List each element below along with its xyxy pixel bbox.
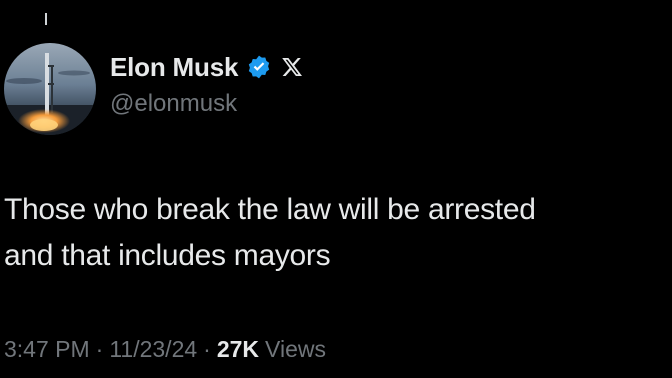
x-logo-icon [280, 55, 304, 79]
views-count[interactable]: 27K [217, 336, 259, 363]
verified-badge-icon [246, 54, 272, 80]
meta-separator: · [203, 336, 211, 362]
name-row: Elon Musk [110, 48, 510, 86]
views-label: Views [265, 336, 326, 362]
starship-launch-avatar [4, 43, 96, 135]
tweet-meta: 3:47 PM · 11/23/24 · 27K Views [4, 336, 326, 363]
tweet-text: Those who break the law will be arrested… [4, 193, 536, 272]
tweet-date[interactable]: 11/23/24 [109, 336, 197, 363]
tweet-time[interactable]: 3:47 PM [4, 336, 90, 363]
user-handle[interactable]: @elonmusk [110, 90, 510, 118]
thread-line [45, 13, 47, 25]
meta-separator: · [95, 336, 104, 362]
display-name[interactable]: Elon Musk [110, 52, 238, 83]
avatar[interactable] [4, 43, 96, 135]
tweet-header: Elon Musk @elonmusk [110, 48, 510, 118]
